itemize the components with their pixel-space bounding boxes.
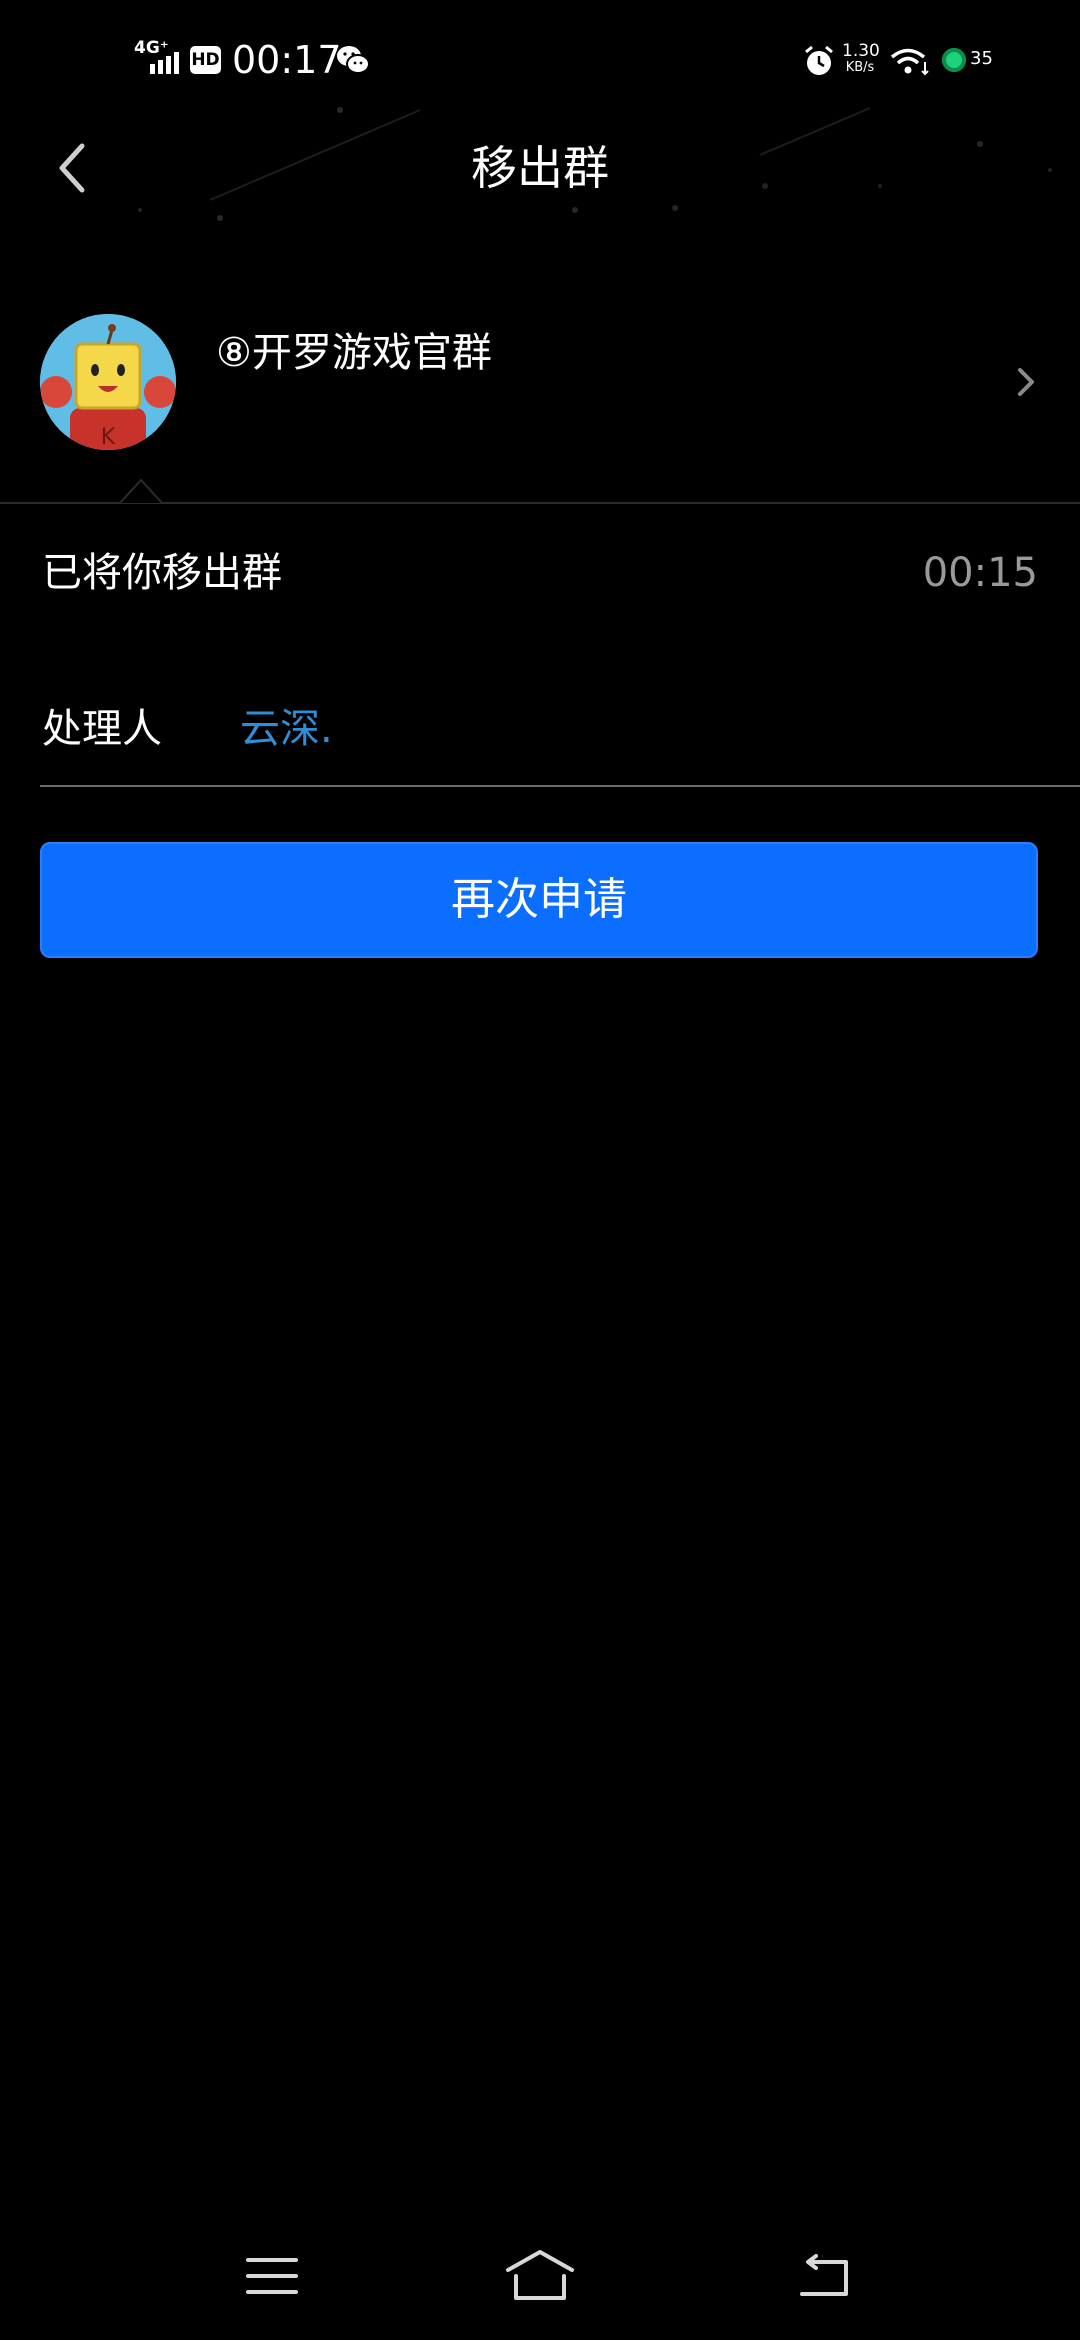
back-chevron-icon[interactable]: [46, 136, 102, 200]
back-icon[interactable]: [796, 2254, 852, 2298]
wifi-icon: [890, 48, 929, 76]
menu-icon[interactable]: [246, 2256, 298, 2296]
kairo-mascot-icon: K: [40, 314, 176, 450]
group-name[interactable]: ⑧开罗游戏官群: [216, 324, 492, 382]
reapply-button[interactable]: 再次申请: [40, 842, 1038, 958]
handler-name-link[interactable]: 云深.: [240, 700, 333, 758]
removal-time: 00:15: [922, 550, 1038, 596]
section-divider: [0, 502, 1080, 504]
home-icon[interactable]: [504, 2248, 576, 2304]
page-title: 移出群: [471, 141, 609, 195]
net-speed-value: 1.30: [842, 41, 880, 61]
net-speed-unit: KB/s: [845, 60, 875, 75]
status-time: 00:17: [232, 38, 342, 82]
alarm-icon: [805, 45, 833, 75]
pointer-notch: [120, 478, 162, 504]
chevron-right-icon[interactable]: [1010, 362, 1042, 402]
handler-label: 处理人: [42, 706, 162, 752]
wechat-icon: [337, 46, 370, 74]
svg-text:K: K: [101, 425, 116, 450]
removal-message: 已将你移出群: [42, 550, 282, 596]
signal-icon: [150, 52, 179, 74]
hd-badge: HD: [190, 46, 221, 74]
battery-icon: [942, 48, 966, 72]
battery-level: 35: [970, 48, 993, 69]
status-bar: 4G⁺ HD 00:17 1.30 KB/s 35: [0, 0, 1080, 120]
handler-divider: [40, 785, 1080, 787]
group-avatar[interactable]: K: [40, 314, 176, 450]
